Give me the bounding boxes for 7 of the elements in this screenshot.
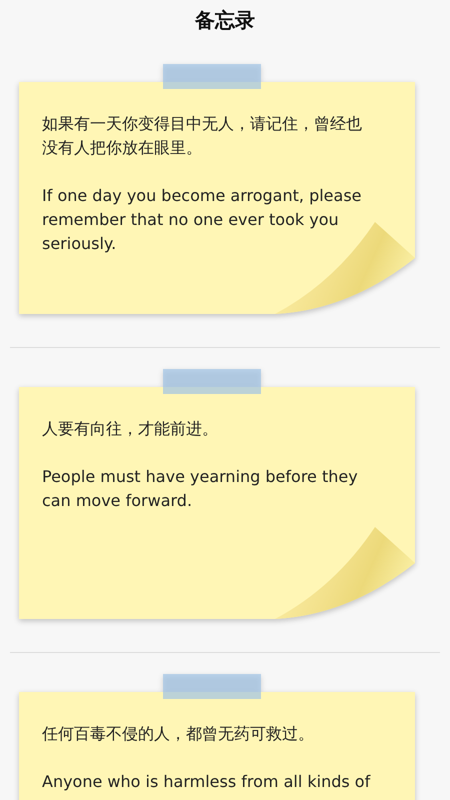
note-text: 任何百毒不侵的人，都曾无药可救过。 (42, 723, 315, 745)
note-text: If one day you become arrogant, please remember that no one ever took you seriously. (42, 185, 362, 255)
note-text: 人要有向往，才能前进。 (42, 418, 219, 440)
note-text: 如果有一天你变得目中无人，请记住，曾经也没有人把你放在眼里。 (42, 113, 363, 159)
note-text: People must have yearning before they can move forward. (42, 466, 359, 512)
note-text: Anyone who is harmless from all kinds of (42, 771, 372, 793)
page-title: 备忘录 (194, 7, 256, 34)
